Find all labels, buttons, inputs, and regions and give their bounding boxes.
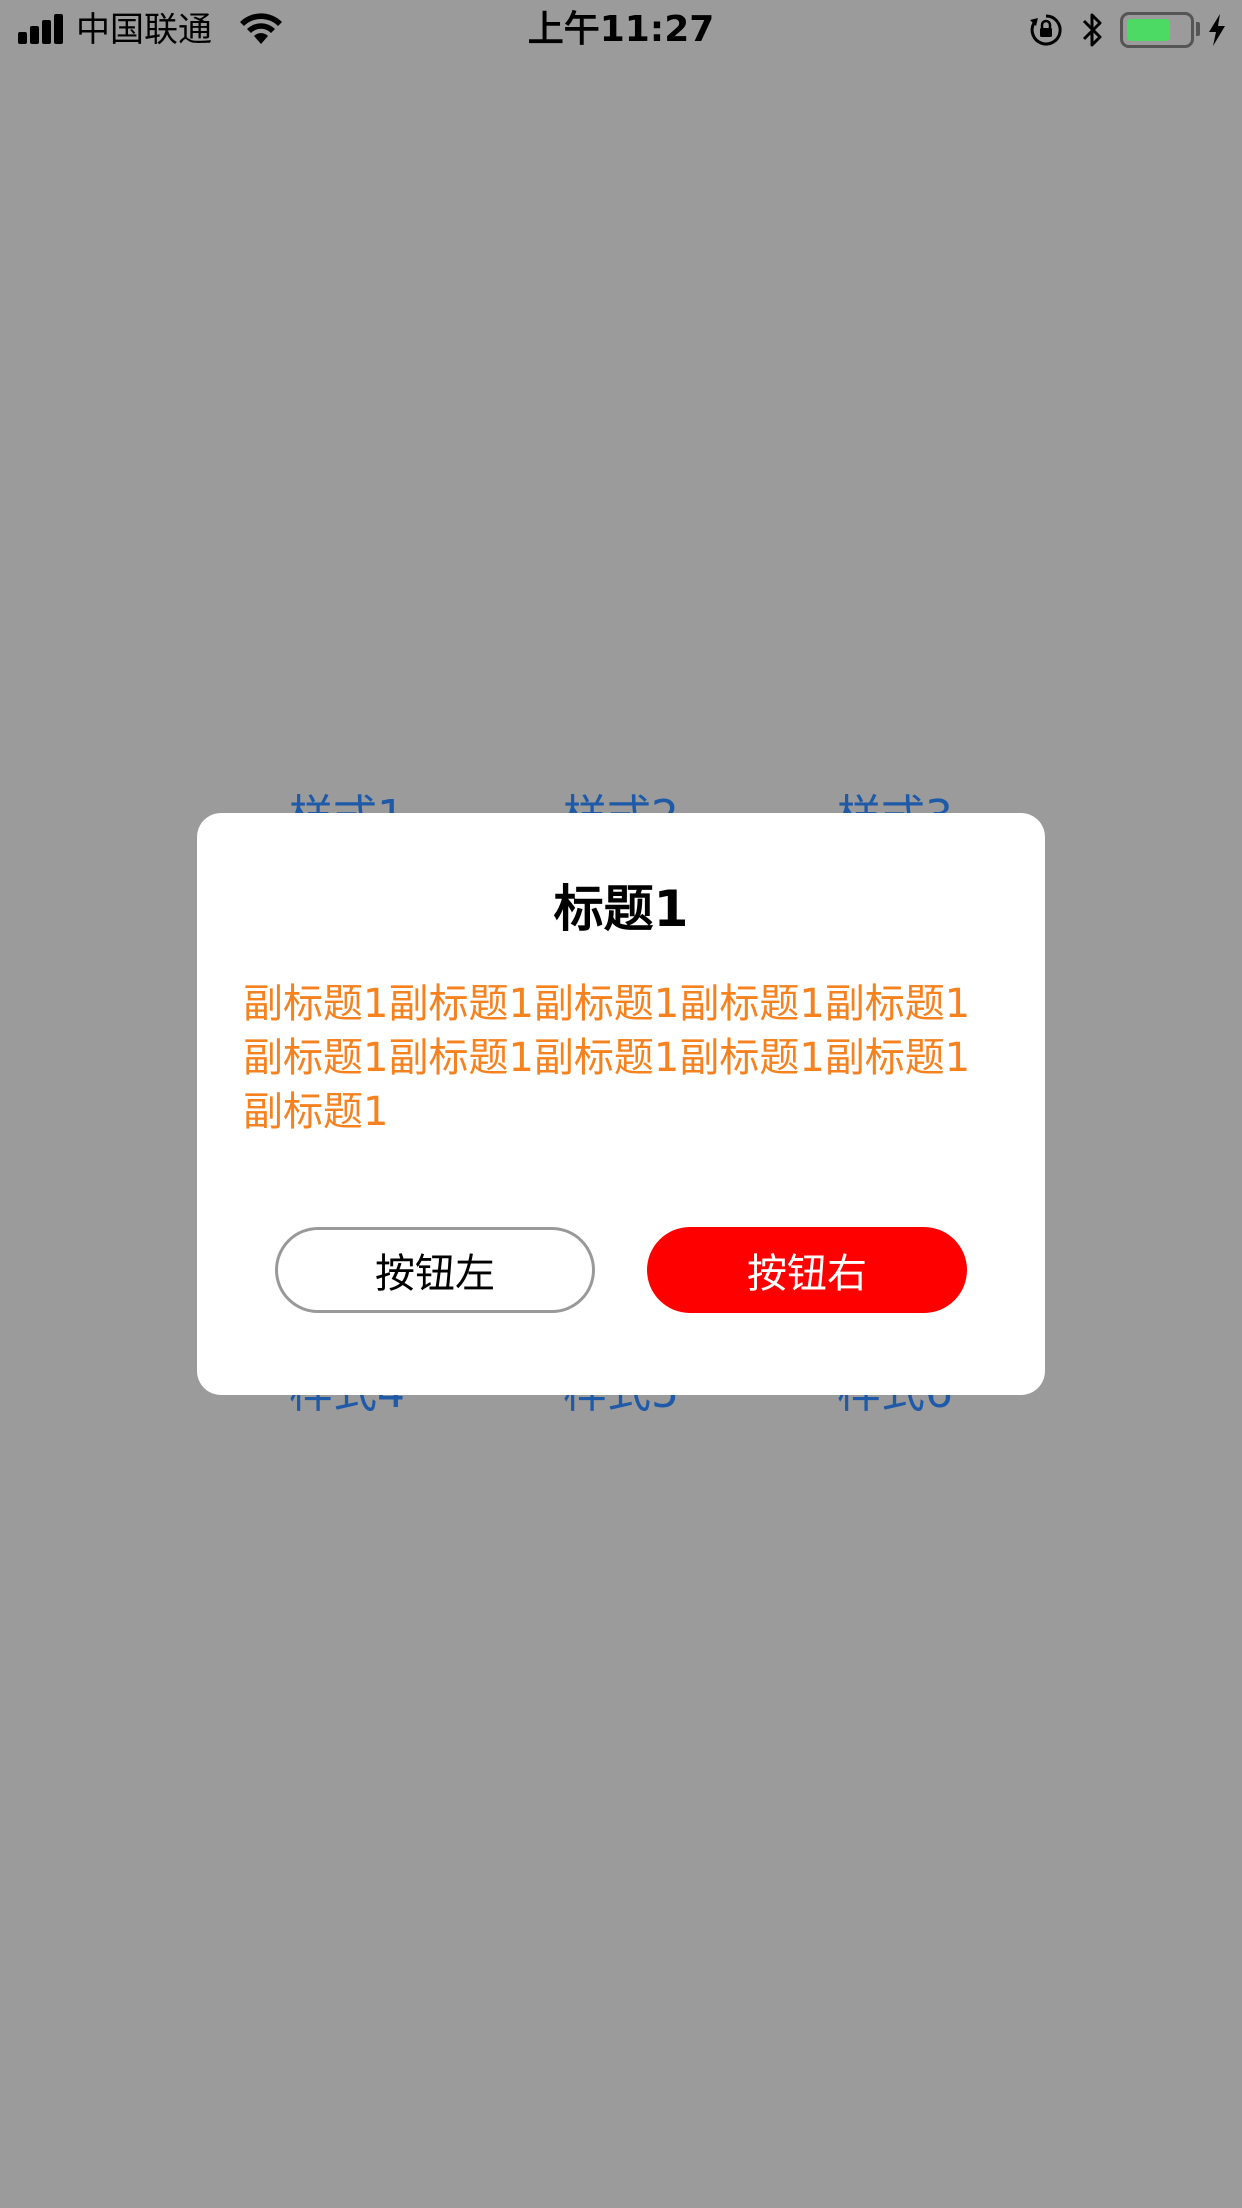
- battery-level-fill: [1127, 19, 1170, 41]
- dialog-subtitle: 副标题1副标题1副标题1副标题1副标题1副标题1副标题1副标题1副标题1副标题1…: [243, 981, 971, 1135]
- orientation-lock-icon: [1030, 14, 1062, 46]
- bluetooth-icon: [1082, 13, 1102, 47]
- battery-tip: [1196, 22, 1200, 36]
- alert-dialog: 标题1 副标题1副标题1副标题1副标题1副标题1副标题1副标题1副标题1副标题1…: [197, 813, 1045, 1395]
- left-button[interactable]: 按钮左: [275, 1227, 595, 1313]
- battery-icon: [1120, 12, 1194, 48]
- status-bar: 中国联通 上午11:27: [0, 0, 1242, 60]
- charging-icon: [1209, 14, 1225, 46]
- dialog-title: 标题1: [553, 880, 689, 938]
- right-button[interactable]: 按钮右: [647, 1227, 967, 1313]
